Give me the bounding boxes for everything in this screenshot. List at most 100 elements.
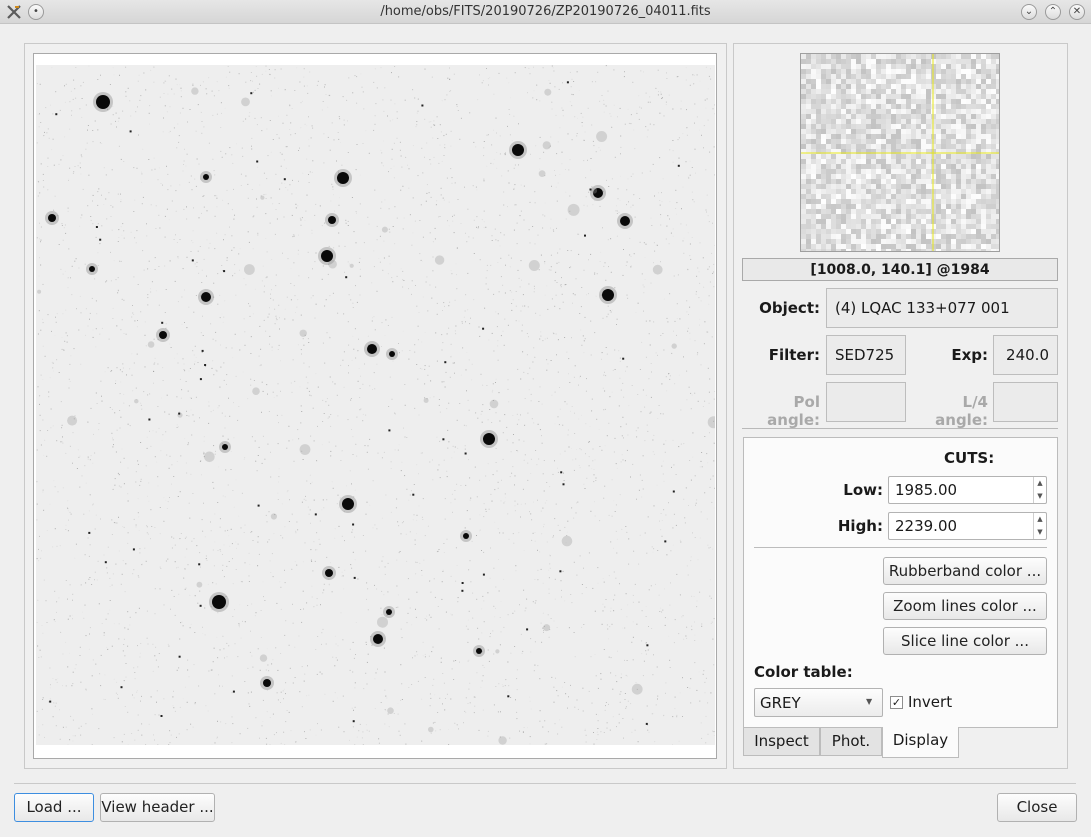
faint-source	[299, 444, 311, 455]
hot-pixel	[129, 130, 132, 133]
color-table-select[interactable]: GREY	[754, 688, 883, 717]
hot-pixel	[257, 504, 260, 507]
faint-source	[495, 649, 500, 654]
faint-source	[423, 398, 429, 403]
star	[263, 679, 271, 687]
faint-source	[489, 399, 499, 409]
faint-source	[196, 581, 203, 588]
hot-pixel	[622, 357, 625, 360]
hot-pixel	[178, 412, 181, 415]
star	[373, 634, 383, 644]
high-up-arrow-icon[interactable]: ▲	[1033, 513, 1046, 526]
star	[89, 266, 95, 272]
hot-pixel	[55, 113, 58, 116]
faint-source	[671, 343, 677, 349]
faint-source	[538, 170, 546, 177]
hot-pixel	[49, 700, 52, 703]
star	[203, 174, 209, 180]
faint-source	[652, 264, 663, 275]
hot-pixel	[645, 722, 648, 725]
star	[325, 569, 333, 577]
tab-phot[interactable]: Phot.	[820, 727, 882, 756]
view-header-button[interactable]: View header ...	[100, 793, 215, 822]
tab-inspect[interactable]: Inspect	[743, 727, 820, 756]
hot-pixel	[584, 234, 586, 237]
star	[620, 216, 630, 226]
hot-pixel	[283, 178, 286, 181]
bottom-separator	[14, 783, 1076, 784]
faint-source	[567, 203, 580, 216]
pol-angle-value	[826, 382, 906, 422]
fits-image-canvas[interactable]	[36, 65, 715, 745]
rubberband-color-button[interactable]: Rubberband color ...	[883, 557, 1047, 585]
faint-source	[528, 260, 540, 271]
load-button[interactable]: Load ...	[14, 793, 94, 822]
star	[342, 498, 354, 510]
star	[512, 144, 524, 156]
hot-pixel	[104, 561, 107, 564]
high-down-arrow-icon[interactable]: ▼	[1033, 526, 1046, 539]
faint-source	[561, 535, 573, 547]
low-cut-value: 1985.00	[895, 481, 958, 499]
close-button[interactable]: Close	[997, 793, 1077, 822]
hot-pixel	[442, 438, 445, 441]
faint-source	[259, 654, 268, 662]
star	[602, 289, 614, 301]
exp-label: Exp:	[951, 346, 988, 364]
zoom-canvas	[801, 54, 999, 251]
faint-source	[381, 226, 388, 233]
minimize-button[interactable]: ⌄	[1021, 4, 1037, 20]
hot-pixel	[421, 104, 424, 107]
dropdown-arrow-icon: ▼	[866, 697, 873, 706]
hot-pixel	[199, 604, 202, 607]
hot-pixel	[388, 429, 391, 432]
faint-source	[434, 255, 445, 265]
hot-pixel	[461, 582, 464, 584]
low-cut-spinbox[interactable]: 1985.00	[888, 476, 1047, 504]
close-window-button[interactable]: ✕	[1069, 4, 1085, 20]
faint-source	[260, 195, 265, 200]
invert-checkbox[interactable]: ✓	[890, 696, 903, 709]
star	[96, 95, 110, 109]
color-table-value: GREY	[760, 694, 801, 712]
star	[389, 351, 395, 357]
faint-source	[270, 513, 277, 520]
hot-pixel	[526, 628, 529, 631]
hot-pixel	[160, 715, 163, 717]
low-down-arrow-icon[interactable]: ▼	[1033, 490, 1046, 503]
hot-pixel	[232, 690, 235, 693]
faint-source	[191, 87, 199, 95]
hot-pixel	[464, 452, 467, 455]
slice-line-color-button[interactable]: Slice line color ...	[883, 627, 1047, 655]
invert-label[interactable]: Invert	[908, 693, 952, 711]
hot-pixel	[201, 349, 204, 352]
low-up-arrow-icon[interactable]: ▲	[1033, 477, 1046, 490]
separator	[742, 428, 1058, 429]
zoom-lines-color-button[interactable]: Zoom lines color ...	[883, 592, 1047, 620]
faint-source	[241, 97, 250, 107]
hot-pixel	[148, 418, 151, 421]
faint-source	[544, 88, 552, 96]
hot-pixel	[198, 563, 201, 566]
star	[483, 433, 495, 445]
star	[222, 444, 228, 450]
maximize-button[interactable]: ⌃	[1045, 4, 1061, 20]
hot-pixel	[352, 720, 355, 723]
star	[463, 533, 469, 539]
faint-source	[542, 141, 551, 150]
tab-display[interactable]: Display	[882, 727, 959, 758]
hot-pixel	[664, 540, 667, 543]
star	[337, 172, 349, 184]
low-label: Low:	[843, 481, 883, 499]
hot-pixel	[482, 327, 485, 330]
star	[386, 609, 392, 615]
high-cut-spinbox[interactable]: 2239.00	[888, 512, 1047, 540]
hot-pixel	[560, 471, 563, 474]
hot-pixel	[352, 523, 355, 526]
hot-pixel	[507, 695, 510, 698]
star	[212, 595, 226, 609]
hot-pixel	[178, 655, 181, 658]
faint-source	[244, 264, 255, 275]
l4-angle-value	[993, 382, 1058, 422]
faint-source	[377, 616, 388, 628]
